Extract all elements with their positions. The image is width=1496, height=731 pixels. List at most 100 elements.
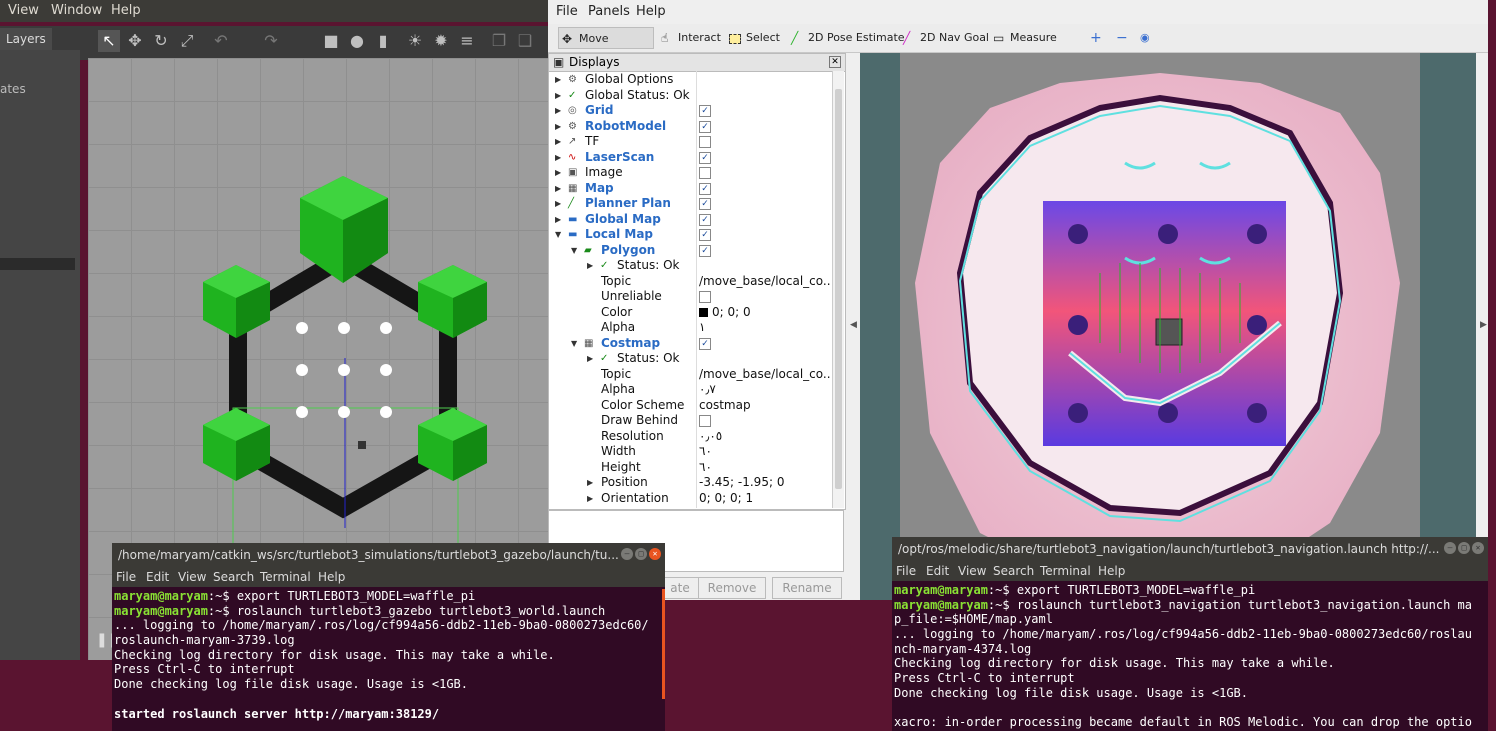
display-enable-checkbox[interactable] — [699, 167, 711, 179]
collapse-left-icon[interactable]: ◀ — [850, 320, 857, 330]
redo-icon[interactable]: ↷ — [260, 30, 282, 52]
display-row[interactable]: ▶ ▣ Image — [549, 165, 833, 181]
expand-arrow-icon[interactable]: ▶ — [555, 103, 561, 119]
t1-menu-edit[interactable]: Edit — [146, 570, 169, 584]
rviz-3d-view[interactable] — [860, 53, 1476, 600]
rviz-menu-help[interactable]: Help — [636, 4, 666, 19]
property-value[interactable]: -3.45; -1.95; 0 — [699, 475, 831, 491]
expand-arrow-icon[interactable]: ▶ — [587, 258, 593, 274]
display-row[interactable]: ▶ ╱ Planner Plan ✓ — [549, 196, 833, 212]
displays-scrollbar[interactable] — [832, 71, 844, 508]
display-row[interactable]: Color Scheme costmap — [549, 398, 833, 414]
display-enable-checkbox[interactable]: ✓ — [699, 182, 711, 195]
t2-menu-view[interactable]: View — [958, 564, 986, 578]
rotate-icon[interactable]: ↻ — [150, 30, 172, 52]
t1-menu-view[interactable]: View — [178, 570, 206, 584]
display-row[interactable]: ▶ ✓ Status: Ok — [549, 258, 833, 274]
terminal2-minimize-icon[interactable]: – — [1444, 542, 1456, 554]
t2-menu-terminal[interactable]: Terminal — [1040, 564, 1091, 578]
collapse-right-icon[interactable]: ▶ — [1480, 320, 1487, 330]
property-value[interactable]: costmap — [699, 398, 831, 414]
expand-arrow-icon[interactable]: ▶ — [555, 212, 561, 228]
collapse-arrow-icon[interactable]: ▼ — [555, 227, 561, 243]
display-row[interactable]: Height ٦٠ — [549, 460, 833, 476]
expand-arrow-icon[interactable]: ▶ — [587, 491, 593, 507]
expand-arrow-icon[interactable]: ▶ — [555, 196, 561, 212]
select-arrow-icon[interactable]: ↖ — [98, 30, 120, 52]
property-value[interactable]: ٠٫٧ — [699, 382, 831, 398]
rename-button[interactable]: Rename — [772, 577, 842, 599]
display-enable-checkbox[interactable]: ✓ — [699, 337, 711, 350]
translate-icon[interactable]: ✥ — [124, 30, 146, 52]
property-value[interactable]: ٦٠ — [699, 444, 831, 460]
property-value[interactable]: ١ — [699, 320, 831, 336]
display-row[interactable]: ▶ ⚙ RobotModel ✓ — [549, 119, 833, 135]
pose-estimate-tool[interactable]: ╱ 2D Pose Estimate — [788, 27, 909, 49]
property-value[interactable]: 0; 0; 0 — [699, 305, 831, 321]
property-value[interactable]: /move_base/local_co... — [699, 367, 831, 383]
display-row[interactable]: ▼ ▰ Polygon ✓ — [549, 243, 833, 259]
expand-arrow-icon[interactable]: ▶ — [587, 351, 593, 367]
terminal1-maximize-icon[interactable]: □ — [635, 548, 647, 560]
display-row[interactable]: ▶ ◎ Grid ✓ — [549, 103, 833, 119]
displays-scroll-thumb[interactable] — [835, 89, 842, 489]
expand-arrow-icon[interactable]: ▶ — [555, 181, 561, 197]
display-row[interactable]: ▶ ▦ Map ✓ — [549, 181, 833, 197]
terminal1-close-icon[interactable]: ✕ — [649, 548, 661, 560]
display-row[interactable]: ▶ Position -3.45; -1.95; 0 — [549, 475, 833, 491]
measure-tool[interactable]: ▭ Measure — [990, 27, 1061, 49]
terminal1-scrollbar[interactable] — [662, 589, 665, 699]
menu-window[interactable]: Window — [51, 3, 102, 18]
display-row[interactable]: Resolution ٠٫٠٥ — [549, 429, 833, 445]
interact-tool[interactable]: ☝ Interact — [658, 27, 725, 49]
display-enable-checkbox[interactable]: ✓ — [699, 151, 711, 164]
terminal1-minimize-icon[interactable]: – — [621, 548, 633, 560]
left-panel-row[interactable] — [0, 258, 75, 270]
rviz-menu-file[interactable]: File — [556, 4, 578, 19]
display-row[interactable]: Draw Behind — [549, 413, 833, 429]
expand-arrow-icon[interactable]: ▶ — [555, 72, 561, 88]
close-displays-icon[interactable]: ✕ — [829, 56, 841, 68]
display-enable-checkbox[interactable]: ✓ — [699, 229, 711, 241]
t2-menu-file[interactable]: File — [896, 564, 916, 578]
rviz-menu-panels[interactable]: Panels — [588, 4, 630, 19]
paste-icon[interactable]: ❑ — [514, 30, 536, 52]
spot-light-icon[interactable]: ✹ — [430, 30, 452, 52]
property-value[interactable]: ٠٫٠٥ — [699, 429, 831, 445]
display-enable-checkbox[interactable] — [699, 291, 711, 303]
t2-menu-help[interactable]: Help — [1098, 564, 1125, 578]
sphere-icon[interactable]: ● — [346, 30, 368, 52]
expand-arrow-icon[interactable]: ▶ — [555, 88, 561, 104]
display-row[interactable]: Color 0; 0; 0 — [549, 305, 833, 321]
display-row[interactable]: ▶ ✓ Global Status: Ok — [549, 88, 833, 104]
terminal1-output[interactable]: maryam@maryam:~$ export TURTLEBOT3_MODEL… — [114, 589, 661, 731]
terminal2-close-icon[interactable]: ✕ — [1472, 542, 1484, 554]
display-row[interactable]: Alpha ١ — [549, 320, 833, 336]
display-row[interactable]: Alpha ٠٫٧ — [549, 382, 833, 398]
expand-arrow-icon[interactable]: ▶ — [555, 165, 561, 181]
t1-menu-search[interactable]: Search — [213, 570, 254, 584]
undo-icon[interactable]: ↶ — [210, 30, 232, 52]
display-enable-checkbox[interactable]: ✓ — [699, 105, 711, 117]
cylinder-icon[interactable]: ▮ — [372, 30, 394, 52]
display-row[interactable]: ▼ ▦ Costmap ✓ — [549, 336, 833, 352]
display-enable-checkbox[interactable]: ✓ — [699, 198, 711, 210]
t1-menu-file[interactable]: File — [116, 570, 136, 584]
display-row[interactable]: Unreliable — [549, 289, 833, 305]
directional-light-icon[interactable]: ≡ — [456, 30, 478, 52]
camera-settings-icon[interactable]: ◉ — [1120, 27, 1154, 49]
layers-tab[interactable]: Layers — [0, 28, 52, 50]
menu-help[interactable]: Help — [111, 3, 141, 18]
display-row[interactable]: ▶ ∿ LaserScan ✓ — [549, 150, 833, 166]
display-enable-checkbox[interactable]: ✓ — [699, 120, 711, 133]
expand-arrow-icon[interactable]: ▶ — [555, 119, 561, 135]
t2-menu-edit[interactable]: Edit — [926, 564, 949, 578]
display-row[interactable]: ▶ ⚙ Global Options — [549, 72, 833, 88]
display-row[interactable]: ▶ ↗ TF — [549, 134, 833, 150]
copy-icon[interactable]: ❐ — [488, 30, 510, 52]
display-row[interactable]: ▼ ▬ Local Map ✓ — [549, 227, 833, 243]
expand-arrow-icon[interactable]: ▶ — [587, 475, 593, 491]
display-enable-checkbox[interactable]: ✓ — [699, 244, 711, 257]
property-value[interactable]: ٦٠ — [699, 460, 831, 476]
nav-goal-tool[interactable]: ╱ 2D Nav Goal — [900, 27, 993, 49]
